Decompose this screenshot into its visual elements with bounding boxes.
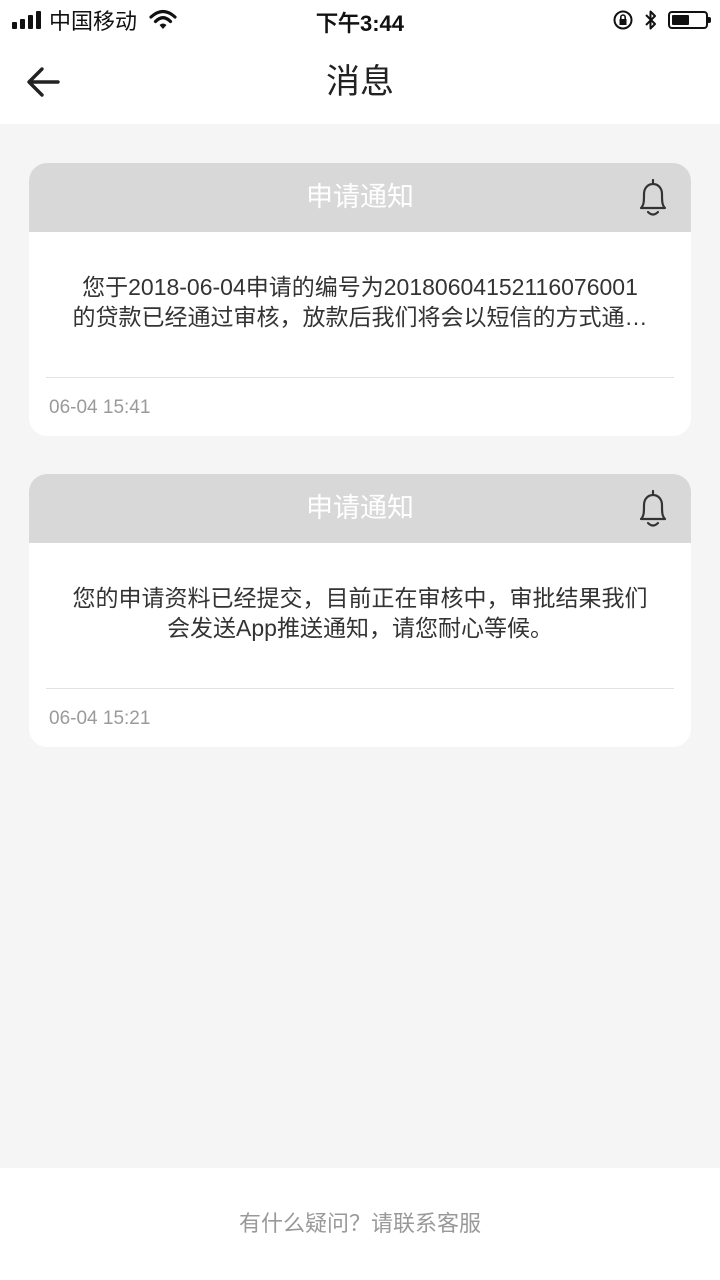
contact-support-link[interactable]: 有什么疑问？请联系客服 [0, 1168, 720, 1280]
message-title: 申请通知 [306, 493, 414, 523]
status-right [612, 6, 711, 34]
bell-icon [639, 489, 667, 527]
message-title: 申请通知 [306, 182, 414, 212]
message-body-line: 会发送App推送通知，请您耐心等候。 [167, 615, 553, 641]
message-body: 您于2018-06-04申请的编号为20180604152116076001 的… [29, 232, 691, 377]
status-bar: 中国移动 下午3:44 [0, 0, 720, 40]
message-time: 06-04 15:21 [49, 708, 151, 729]
battery-icon [668, 11, 711, 29]
message-body-line: 您的申请资料已经提交，目前正在审核中，审批结果我们 [72, 585, 648, 611]
message-body-line: 的贷款已经通过审核，放款后我们将会以短信的方式通… [72, 304, 648, 330]
rotation-lock-icon [613, 10, 633, 30]
page-title: 消息 [326, 63, 394, 101]
message-card-header: 申请通知 [29, 474, 691, 543]
bluetooth-icon [645, 10, 656, 30]
nav-bar: 消息 [0, 40, 720, 124]
message-card[interactable]: 申请通知 您于2018-06-04申请的编号为20180604152116076… [29, 163, 691, 436]
message-body-line: 您于2018-06-04申请的编号为20180604152116076001 [82, 274, 638, 300]
message-time: 06-04 15:41 [49, 397, 151, 418]
message-card-header: 申请通知 [29, 163, 691, 232]
message-card[interactable]: 申请通知 您的申请资料已经提交，目前正在审核中，审批结果我们 会发送App推送通… [29, 474, 691, 747]
message-body: 您的申请资料已经提交，目前正在审核中，审批结果我们 会发送App推送通知，请您耐… [29, 543, 691, 688]
bell-icon [639, 178, 667, 216]
message-list: 申请通知 您于2018-06-04申请的编号为20180604152116076… [29, 163, 691, 785]
